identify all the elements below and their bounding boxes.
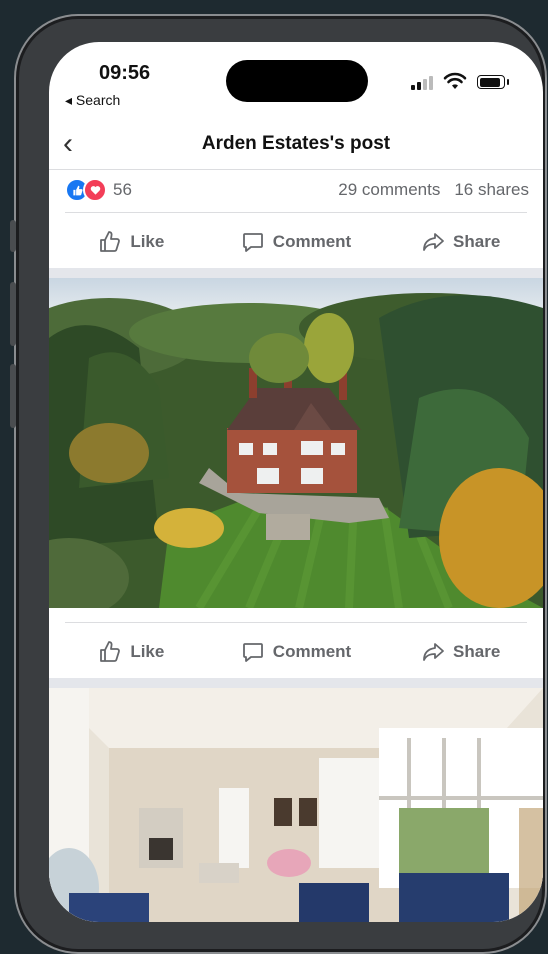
thumbs-up-icon	[100, 231, 121, 252]
comment-bubble-icon	[242, 233, 263, 252]
back-to-search-link[interactable]: ◂ Search	[65, 92, 120, 109]
reactions-summary[interactable]: 56	[65, 178, 132, 202]
love-reaction-icon	[83, 178, 107, 202]
page-title: Arden Estates's post	[201, 133, 391, 154]
section-separator	[49, 678, 543, 688]
post-header: ‹ Arden Estates's post	[49, 124, 543, 168]
comment-button[interactable]: Comment	[214, 216, 379, 268]
thumbs-up-icon	[100, 641, 121, 662]
comment-bubble-icon	[242, 643, 263, 662]
photo-like-label: Like	[130, 642, 165, 661]
photo-share-button[interactable]: Share	[378, 626, 543, 678]
post-stats: 56 29 comments 16 shares	[49, 172, 543, 208]
signal-icon	[411, 76, 433, 90]
like-label: Like	[130, 232, 165, 251]
comment-label: Comment	[272, 232, 352, 251]
volume-down-button	[10, 364, 16, 428]
photo-like-button[interactable]: Like	[49, 626, 214, 678]
share-label: Share	[453, 232, 501, 251]
section-separator	[49, 268, 543, 278]
share-arrow-icon	[423, 233, 444, 251]
battery-icon	[477, 75, 509, 89]
share-button[interactable]: Share	[378, 216, 543, 268]
photo-divider	[65, 622, 527, 623]
side-button	[10, 220, 16, 252]
living-room-photo-image	[49, 688, 543, 922]
photo-action-bar: Like Comment Share	[49, 626, 543, 678]
like-button[interactable]: Like	[49, 216, 214, 268]
photo-share-label: Share	[453, 642, 501, 661]
volume-up-button	[10, 282, 16, 346]
screen: 09:56 ◂ Search ‹ Arden Estates's post 56…	[49, 42, 543, 922]
dynamic-island	[226, 60, 368, 102]
stats-divider	[65, 212, 527, 213]
post-action-bar: Like Comment Share	[49, 216, 543, 268]
clock: 09:56	[99, 62, 151, 84]
share-arrow-icon	[423, 643, 444, 661]
status-bar: 09:56 ◂ Search	[49, 42, 543, 112]
wifi-icon	[443, 72, 467, 89]
phone-frame: 09:56 ◂ Search ‹ Arden Estates's post 56…	[10, 14, 547, 954]
house-photo-image	[49, 278, 543, 608]
post-photo-living-room[interactable]	[49, 688, 543, 922]
reaction-count: 56	[113, 180, 132, 199]
shares-count-link[interactable]: 16 shares	[454, 180, 529, 200]
photo-comment-label: Comment	[272, 642, 352, 661]
header-divider	[49, 169, 543, 170]
post-photo-house-aerial[interactable]	[49, 278, 543, 608]
photo-comment-button[interactable]: Comment	[214, 626, 379, 678]
comments-count-link[interactable]: 29 comments	[338, 180, 440, 200]
